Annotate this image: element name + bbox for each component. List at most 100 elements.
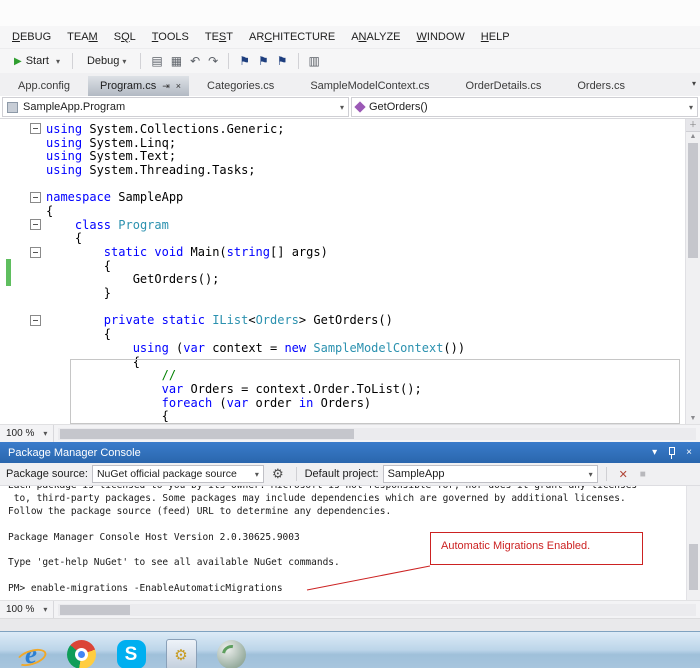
immediate-window-icon[interactable]: ⚑ [273, 54, 292, 68]
code-text: { [46, 258, 112, 273]
package-source-dropdown[interactable]: NuGet official package source ▾ [91, 465, 264, 483]
visual-studio-window: DEBUG TEAM SQL TOOLS TEST ARCHITECTURE ANALYZE… [0, 0, 700, 668]
close-icon[interactable]: × [686, 447, 692, 458]
package-manager-console-titlebar[interactable]: Package Manager Console ▾ × [0, 442, 700, 463]
scrollbar-thumb[interactable] [689, 544, 698, 590]
tab-orders-cs[interactable]: Orders.cs [559, 76, 643, 96]
console-status-bar: 100 % ▾ [0, 600, 700, 618]
system-tools-icon[interactable]: ⚙ [164, 638, 198, 668]
window-position-icon[interactable]: ▾ [652, 447, 657, 458]
solution-windows-icon[interactable]: ▤ [147, 54, 166, 68]
console-vertical-scrollbar[interactable] [686, 486, 700, 600]
menu-item-window[interactable]: WINDOW [409, 29, 473, 45]
breakpoints-window-icon[interactable]: ⚑ [235, 54, 254, 68]
stop-icon[interactable]: ■ [636, 469, 650, 480]
scrollbar-thumb[interactable] [688, 143, 698, 258]
window-bottom-edge [0, 618, 700, 631]
menu-item-debug[interactable]: DEBUG [4, 29, 59, 45]
member-dropdown[interactable]: GetOrders() ▾ [351, 97, 698, 117]
media-app-icon[interactable] [214, 638, 248, 668]
fold-toggle-icon[interactable] [30, 314, 41, 326]
code-text: private static IList<Orders> GetOrders() [103, 313, 393, 328]
code-line: using System.Linq; [0, 136, 700, 150]
internet-explorer-icon[interactable]: e [14, 638, 48, 668]
console-horizontal-scrollbar[interactable] [58, 603, 696, 616]
splitter-grip-icon[interactable]: ＋ [686, 119, 700, 132]
type-dropdown[interactable]: SampleApp.Program ▾ [2, 97, 349, 117]
fold-toggle-icon[interactable] [30, 219, 41, 231]
pin-icon[interactable] [667, 446, 676, 459]
tab-samplemodelcontext-cs[interactable]: SampleModelContext.cs [292, 76, 447, 96]
code-line: foreach (var order in Orders) [0, 396, 700, 410]
annotation-callout: Automatic Migrations Enabled. [430, 532, 643, 565]
chevron-down-icon: ▾ [688, 102, 693, 112]
close-tab-icon[interactable]: × [176, 81, 181, 91]
console-line: to, third-party packages. Some packages … [8, 492, 626, 504]
output-window-icon[interactable]: ⚑ [254, 54, 273, 68]
package-source-value: NuGet official package source [96, 468, 237, 480]
console-line: PM> enable-migrations -EnableAutomaticMi… [8, 583, 283, 595]
member-dropdown-value: GetOrders() [369, 101, 428, 113]
menu-item-tools[interactable]: TOOLS [144, 29, 197, 45]
console-zoom-value: 100 % [6, 604, 35, 615]
code-line: GetOrders(); [0, 272, 700, 287]
chevron-down-icon: ▾ [254, 469, 259, 479]
skype-icon[interactable]: S [114, 638, 148, 668]
code-editor[interactable]: using System.Collections.Generic; using S… [0, 119, 700, 424]
fold-toggle-icon[interactable] [30, 246, 41, 258]
code-line: namespace SampleApp [0, 190, 700, 204]
code-line: class Program [0, 218, 700, 232]
tab-label: Program.cs [99, 80, 157, 92]
chevron-down-icon: ▾ [43, 429, 48, 438]
editor-vertical-scrollbar[interactable]: ＋ ▲ ▼ [685, 119, 700, 424]
menu-item-team[interactable]: TEAM [59, 29, 106, 45]
editor-zoom-dropdown[interactable]: 100 % ▾ [0, 425, 55, 442]
scrollbar-thumb[interactable] [60, 604, 131, 615]
window-titlebar [0, 0, 700, 26]
code-line: { [0, 204, 700, 218]
tab-label: SampleModelContext.cs [310, 80, 430, 92]
keep-open-icon[interactable]: ⇥ [162, 81, 170, 92]
fold-toggle-icon[interactable] [30, 191, 41, 203]
code-line: { [0, 355, 700, 369]
document-list-chevron-icon[interactable]: ▾ [692, 79, 696, 88]
menu-item-sql[interactable]: SQL [106, 29, 144, 45]
default-project-dropdown[interactable]: SampleApp ▾ [382, 465, 598, 483]
properties-window-icon[interactable]: ▦ [167, 54, 186, 68]
tab-app-config[interactable]: App.config [0, 76, 88, 96]
menu-item-help[interactable]: HELP [473, 29, 518, 45]
undo-icon[interactable]: ↶ [186, 54, 204, 68]
watch-window-icon[interactable]: ▥ [305, 54, 324, 68]
code-line: using System.Text; [0, 149, 700, 163]
console-zoom-dropdown[interactable]: 100 % ▾ [0, 601, 55, 618]
code-text: GetOrders(); [46, 272, 220, 287]
console-output[interactable]: Each package is licensed to you by its o… [0, 486, 700, 600]
menu-item-test[interactable]: TEST [197, 29, 241, 45]
tab-orderdetails-cs[interactable]: OrderDetails.cs [448, 76, 560, 96]
chrome-icon[interactable] [64, 638, 98, 668]
code-line: using System.Collections.Generic; [0, 122, 700, 136]
scroll-down-icon[interactable]: ▼ [686, 414, 700, 424]
gear-icon[interactable]: ⚙ [268, 466, 288, 482]
menu-item-architecture[interactable]: ARCHITECTURE [241, 29, 343, 45]
tab-program-cs[interactable]: Program.cs ⇥ × [87, 76, 190, 96]
play-icon: ▶ [14, 55, 22, 67]
editor-horizontal-scrollbar[interactable] [58, 427, 696, 440]
solution-configurations-dropdown[interactable]: Debug ▾ [79, 53, 134, 69]
start-debug-button[interactable]: ▶ Start ▾ [8, 53, 66, 69]
navigation-bar: SampleApp.Program ▾ GetOrders() ▾ [0, 96, 700, 119]
code-line: // [0, 368, 700, 382]
fold-toggle-icon[interactable] [30, 123, 41, 135]
menu-item-analyze[interactable]: ANALYZE [343, 29, 408, 45]
scroll-up-icon[interactable]: ▲ [686, 132, 700, 142]
code-text: { [46, 203, 54, 218]
code-text: using (var context = new SampleModelCont… [132, 340, 466, 355]
chevron-down-icon: ▾ [122, 56, 127, 66]
clear-console-icon[interactable]: ✕ [615, 468, 632, 481]
redo-icon[interactable]: ↷ [204, 54, 222, 68]
scrollbar-thumb[interactable] [60, 428, 354, 439]
tab-categories-cs[interactable]: Categories.cs [189, 76, 292, 96]
